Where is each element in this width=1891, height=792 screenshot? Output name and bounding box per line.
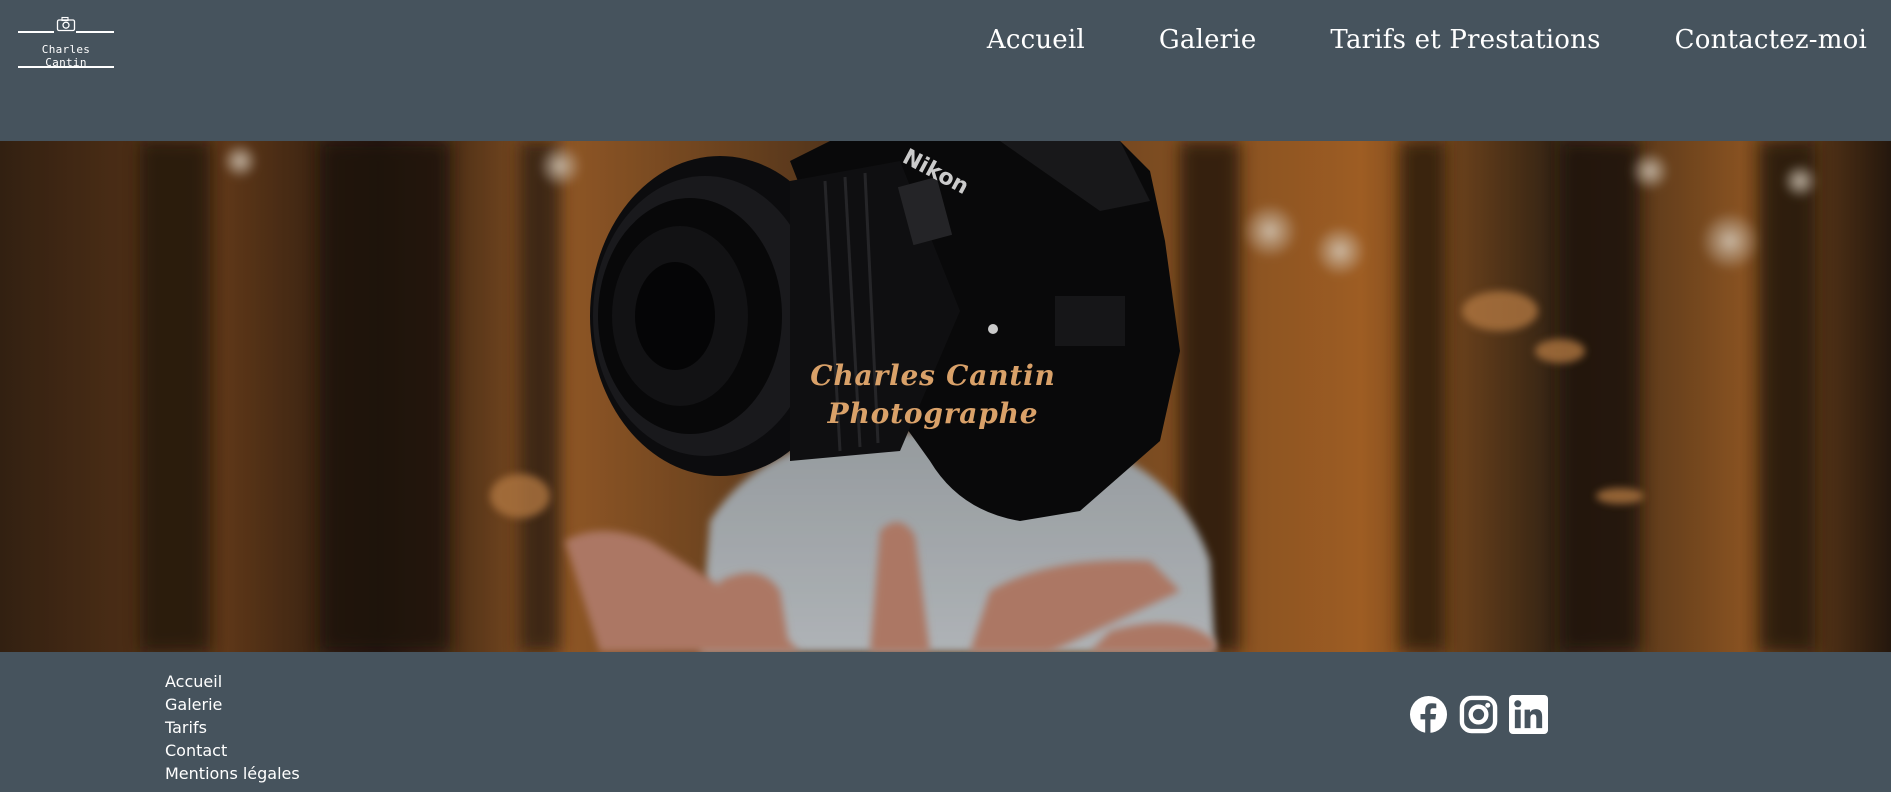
footer-link-item: Tarifs xyxy=(165,718,300,741)
nav-link-contact[interactable]: Contactez-moi xyxy=(1675,25,1867,55)
footer-link-item: Accueil xyxy=(165,672,300,695)
social-links xyxy=(1409,695,1548,734)
footer-link-contact[interactable]: Contact xyxy=(165,741,227,760)
site-logo[interactable]: Charles Cantin xyxy=(18,16,114,70)
logo-line-bottom xyxy=(18,66,114,68)
footer-link-galerie[interactable]: Galerie xyxy=(165,695,222,714)
footer-link-item: Mentions légales xyxy=(165,764,300,787)
hero-title-line2: Photographe xyxy=(827,397,1039,430)
nav-link-galerie[interactable]: Galerie xyxy=(1159,25,1257,55)
hero-title: Charles Cantin Photographe xyxy=(0,357,1866,433)
nav-link-tarifs-prestations[interactable]: Tarifs et Prestations xyxy=(1330,25,1600,55)
logo-line-left xyxy=(18,31,54,33)
footer-link-accueil[interactable]: Accueil xyxy=(165,672,222,691)
site-header: Charles Cantin Accueil Galerie Tarifs et… xyxy=(0,0,1891,141)
footer-link-tarifs[interactable]: Tarifs xyxy=(165,718,207,737)
logo-line-right xyxy=(76,31,114,33)
nav-link-accueil[interactable]: Accueil xyxy=(987,25,1085,55)
footer-links: Accueil Galerie Tarifs Contact Mentions … xyxy=(165,672,300,787)
facebook-icon[interactable] xyxy=(1409,695,1448,734)
linkedin-icon[interactable] xyxy=(1509,695,1548,734)
hero-title-line1: Charles Cantin xyxy=(810,359,1056,392)
camera-icon xyxy=(56,16,76,32)
hero-banner: Nikon Charles Cantin Photographe xyxy=(0,141,1891,652)
main-nav: Accueil Galerie Tarifs et Prestations Co… xyxy=(987,20,1867,60)
footer-link-item: Galerie xyxy=(165,695,300,718)
footer-link-mentions-legales[interactable]: Mentions légales xyxy=(165,764,300,783)
site-footer: Accueil Galerie Tarifs Contact Mentions … xyxy=(0,652,1891,792)
instagram-icon[interactable] xyxy=(1459,695,1498,734)
footer-link-item: Contact xyxy=(165,741,300,764)
